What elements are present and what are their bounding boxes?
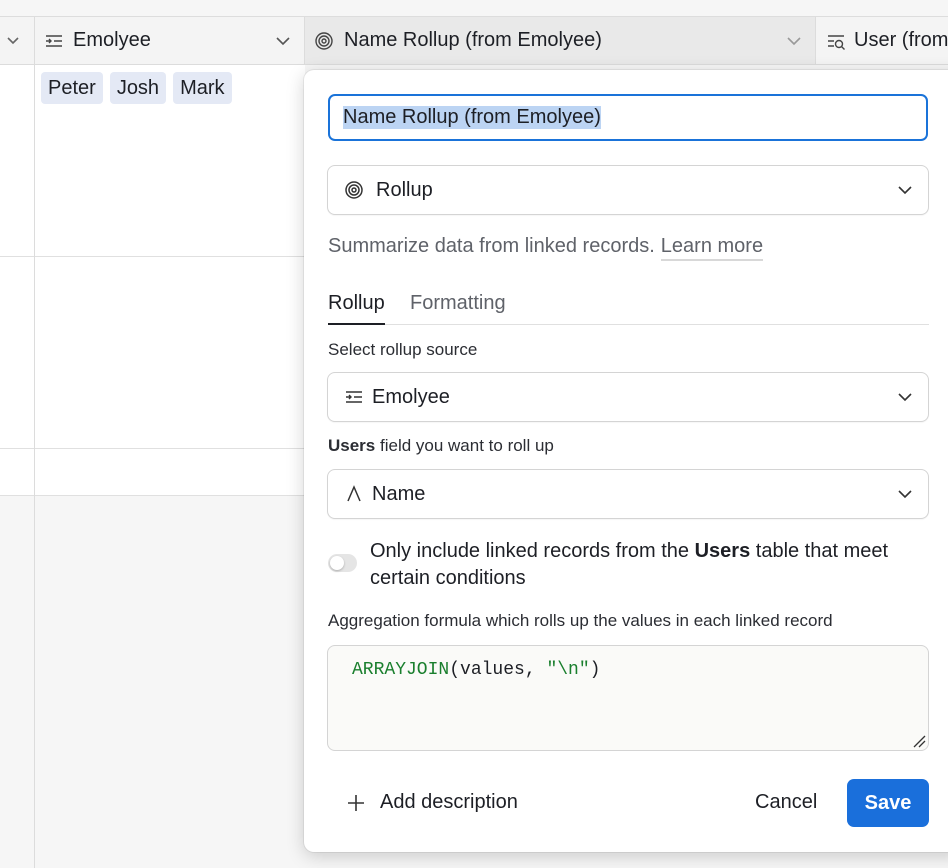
chevron-down-icon: [898, 186, 912, 195]
table-row[interactable]: [0, 257, 305, 448]
field-type-description: Summarize data from linked records. Learn…: [328, 235, 764, 261]
linked-record-chip[interactable]: Mark: [173, 72, 232, 104]
linked-record-chip[interactable]: Josh: [109, 72, 167, 104]
field-config-popover: Name Rollup (from Emolyee) Rollup Summar…: [304, 70, 948, 852]
toggle-text-table: Users: [694, 540, 751, 562]
chevron-down-icon: [898, 393, 912, 402]
field-name-value[interactable]: Name Rollup (from Emolyee): [343, 106, 601, 129]
formula-arg: values,: [460, 660, 547, 680]
rollup-source-label: Select rollup source: [328, 340, 478, 359]
learn-more-link[interactable]: Learn more: [660, 235, 764, 261]
grid-header-row: Emolyee Name Rollup (from Emolyee) User …: [0, 17, 948, 65]
column-header-label: User (from: [854, 29, 948, 51]
chevron-down-icon[interactable]: [275, 33, 291, 49]
rollup-icon: [315, 31, 333, 50]
plus-icon: [348, 794, 364, 811]
linked-record-chips: Peter Josh Mark: [41, 72, 232, 104]
rollup-source-value: Emolyee: [372, 385, 450, 408]
conditions-toggle-row: Only include linked records from the Use…: [328, 538, 928, 592]
tab-formatting[interactable]: Formatting: [410, 292, 506, 325]
conditions-toggle-label: Only include linked records from the Use…: [370, 538, 928, 592]
column-header-label: Emolyee: [73, 29, 151, 51]
aggregation-label: Aggregation formula which rolls up the v…: [328, 611, 833, 630]
save-button[interactable]: Save: [847, 779, 929, 827]
formula-paren-close: ): [589, 660, 601, 680]
linked-record-icon: [46, 34, 62, 47]
text-field-icon: [342, 482, 366, 506]
column-divider: [34, 65, 35, 868]
column-header-user[interactable]: User (from: [816, 17, 948, 64]
rollup-source-select[interactable]: Emolyee: [327, 372, 929, 422]
conditions-toggle[interactable]: [328, 554, 357, 572]
add-description-label: Add description: [380, 791, 518, 813]
linked-record-icon: [342, 385, 366, 409]
rollup-field-select[interactable]: Name: [327, 469, 929, 519]
add-description-button[interactable]: Add description: [346, 791, 518, 814]
column-header-previous[interactable]: [0, 17, 35, 64]
formula-function: ARRAYJOIN: [352, 660, 450, 680]
column-header-emolyee[interactable]: Emolyee: [35, 17, 305, 64]
description-text: Summarize data from linked records.: [328, 235, 655, 257]
aggregation-formula-editor[interactable]: ARRAYJOIN(values, "\n"): [327, 645, 929, 751]
table-row[interactable]: [0, 449, 305, 495]
field-name-input[interactable]: Name Rollup (from Emolyee): [328, 94, 928, 141]
cancel-button[interactable]: Cancel: [755, 791, 817, 814]
popover-footer: Add description Cancel Save: [304, 779, 948, 829]
linked-record-chip[interactable]: Peter: [41, 72, 103, 104]
config-tabs: Rollup Formatting: [328, 292, 929, 325]
chevron-down-icon[interactable]: [6, 33, 20, 47]
formula-string: "\n": [546, 660, 590, 680]
rollup-field-label-text: field you want to roll up: [375, 436, 554, 455]
rollup-icon: [342, 178, 366, 202]
chevron-down-icon: [898, 490, 912, 499]
rollup-field-value: Name: [372, 482, 426, 505]
column-header-label: Name Rollup (from Emolyee): [344, 29, 602, 51]
chevron-down-icon[interactable]: [786, 33, 802, 49]
rollup-field-label: Users field you want to roll up: [328, 436, 554, 456]
tab-rollup[interactable]: Rollup: [328, 292, 385, 325]
formula-paren-open: (: [449, 660, 461, 680]
column-header-name-rollup[interactable]: Name Rollup (from Emolyee): [305, 17, 816, 64]
resize-handle-icon[interactable]: [912, 734, 926, 748]
row-divider: [0, 495, 305, 496]
lookup-icon: [828, 34, 845, 50]
rollup-field-label-table: Users: [328, 436, 376, 455]
toggle-text-before: Only include linked records from the: [370, 540, 695, 562]
field-type-label: Rollup: [376, 178, 433, 201]
field-type-select[interactable]: Rollup: [327, 165, 929, 215]
